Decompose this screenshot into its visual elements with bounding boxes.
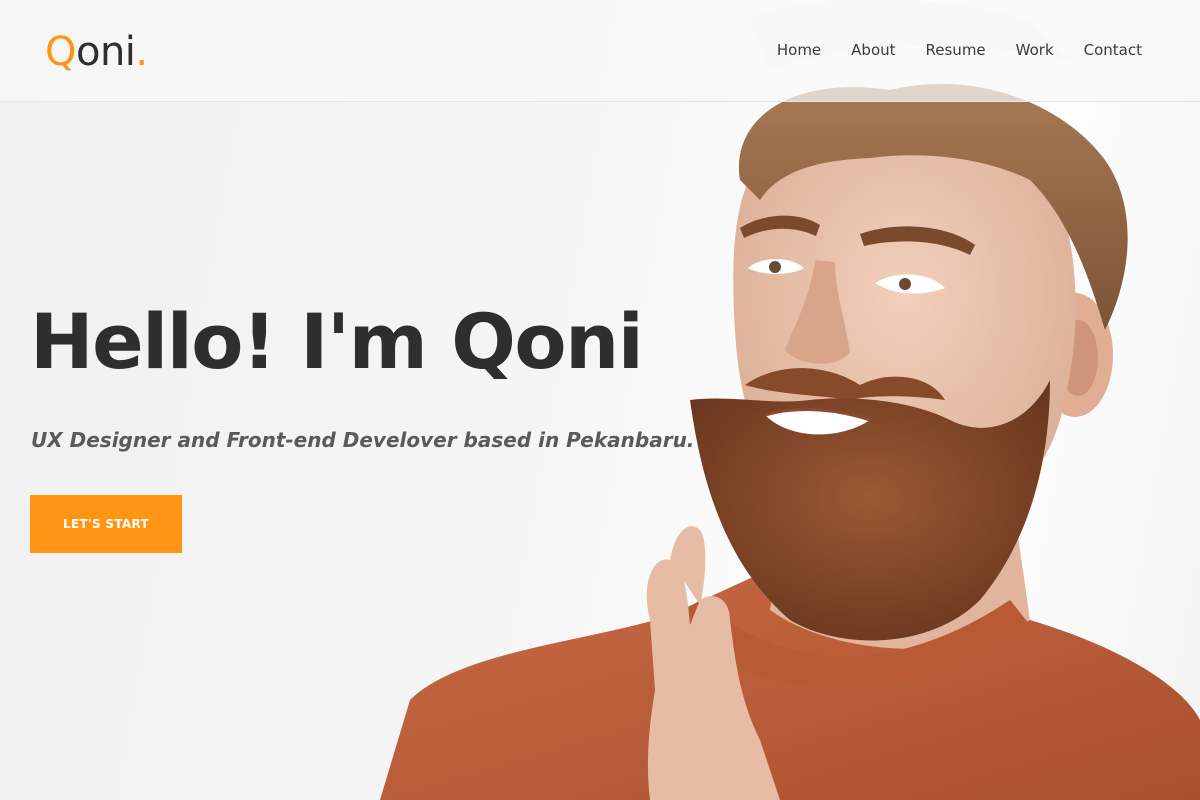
nav-about[interactable]: About bbox=[851, 39, 895, 61]
logo-accent-letter: Q bbox=[45, 29, 76, 75]
site-header: Qoni. Home About Resume Work Contact bbox=[0, 0, 1200, 102]
site-logo[interactable]: Qoni. bbox=[45, 28, 148, 76]
hero-title: Hello! I'm Qoni bbox=[30, 297, 644, 386]
hero-portrait-image bbox=[380, 0, 1200, 800]
nav-work[interactable]: Work bbox=[1016, 39, 1054, 61]
hero-subtitle: UX Designer and Front-end Develover base… bbox=[31, 428, 695, 452]
logo-text: oni bbox=[75, 29, 136, 75]
page: Qoni. Home About Resume Work Contact Hel… bbox=[0, 0, 1200, 800]
logo-dot: . bbox=[135, 29, 148, 75]
nav-home[interactable]: Home bbox=[777, 39, 821, 61]
nav-resume[interactable]: Resume bbox=[926, 39, 986, 61]
nav-contact[interactable]: Contact bbox=[1084, 39, 1142, 61]
main-nav: Home About Resume Work Contact bbox=[777, 39, 1142, 61]
lets-start-button[interactable]: LET'S START bbox=[30, 495, 182, 553]
